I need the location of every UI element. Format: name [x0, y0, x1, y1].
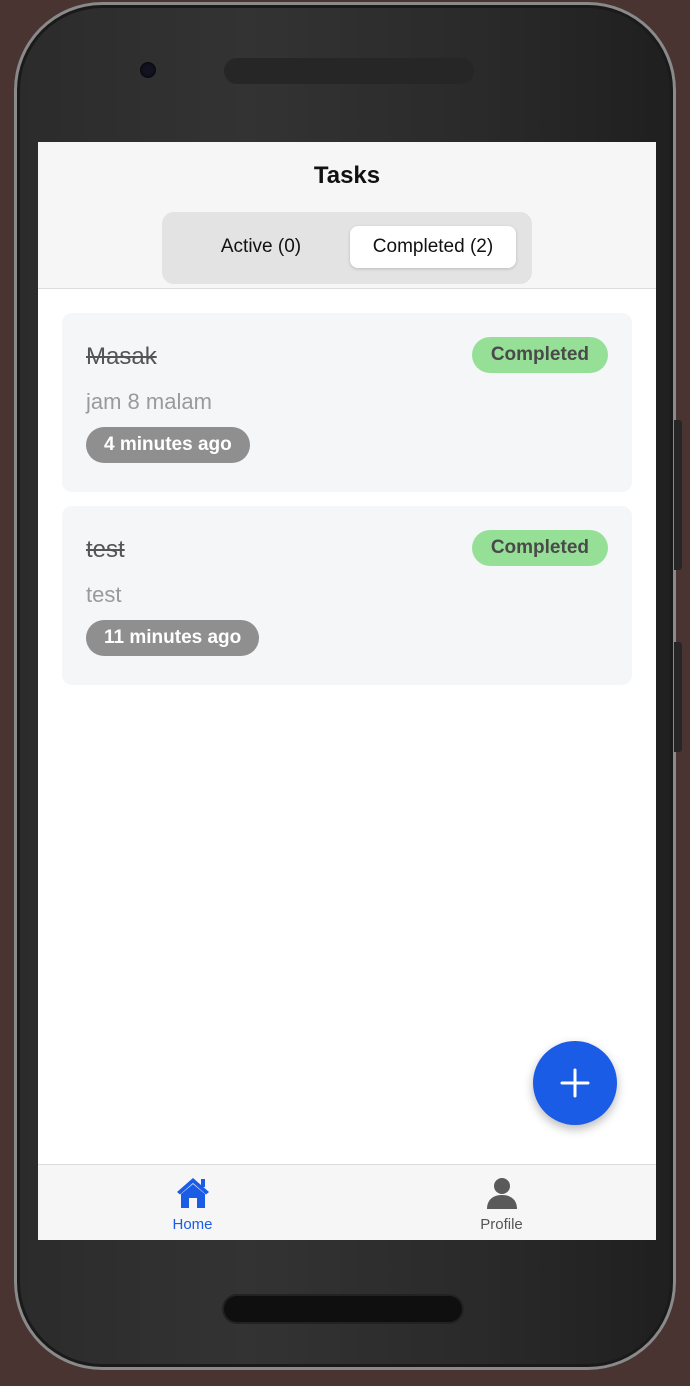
status-badge: Completed [471, 337, 608, 373]
task-card[interactable]: test Completed test 11 minutes ago [62, 506, 632, 685]
time-badge: 4 minutes ago [86, 427, 250, 463]
add-task-button[interactable] [533, 1041, 617, 1125]
task-filter-segmented-control: Active (0) Completed (2) [162, 212, 532, 284]
task-card[interactable]: Masak Completed jam 8 malam 4 minutes ag… [62, 313, 632, 492]
bottom-nav: Home Profile [38, 1164, 656, 1240]
task-title: Masak [86, 343, 157, 370]
person-icon [487, 1178, 517, 1209]
volume-button [674, 420, 682, 570]
nav-item-home[interactable]: Home [38, 1165, 347, 1240]
task-title: test [86, 536, 125, 563]
power-button [674, 642, 682, 752]
nav-label-profile: Profile [480, 1216, 523, 1233]
status-badge: Completed [471, 530, 608, 566]
header: Tasks Active (0) Completed (2) [38, 142, 656, 289]
page-title: Tasks [313, 162, 381, 189]
tab-completed[interactable]: Completed (2) [350, 226, 516, 268]
tab-active[interactable]: Active (0) [176, 226, 346, 268]
app-screen: Tasks Active (0) Completed (2) Masak Com… [38, 142, 656, 1240]
task-description: jam 8 malam [86, 389, 212, 414]
front-camera [140, 62, 156, 78]
nav-item-profile[interactable]: Profile [347, 1165, 656, 1240]
bottom-speaker [224, 1296, 462, 1322]
earpiece-speaker [224, 58, 474, 84]
task-description: test [86, 582, 122, 607]
plus-icon [560, 1068, 590, 1098]
nav-label-home: Home [172, 1216, 213, 1233]
time-badge: 11 minutes ago [86, 620, 260, 656]
task-list: Masak Completed jam 8 malam 4 minutes ag… [38, 313, 656, 699]
home-icon [177, 1178, 209, 1208]
